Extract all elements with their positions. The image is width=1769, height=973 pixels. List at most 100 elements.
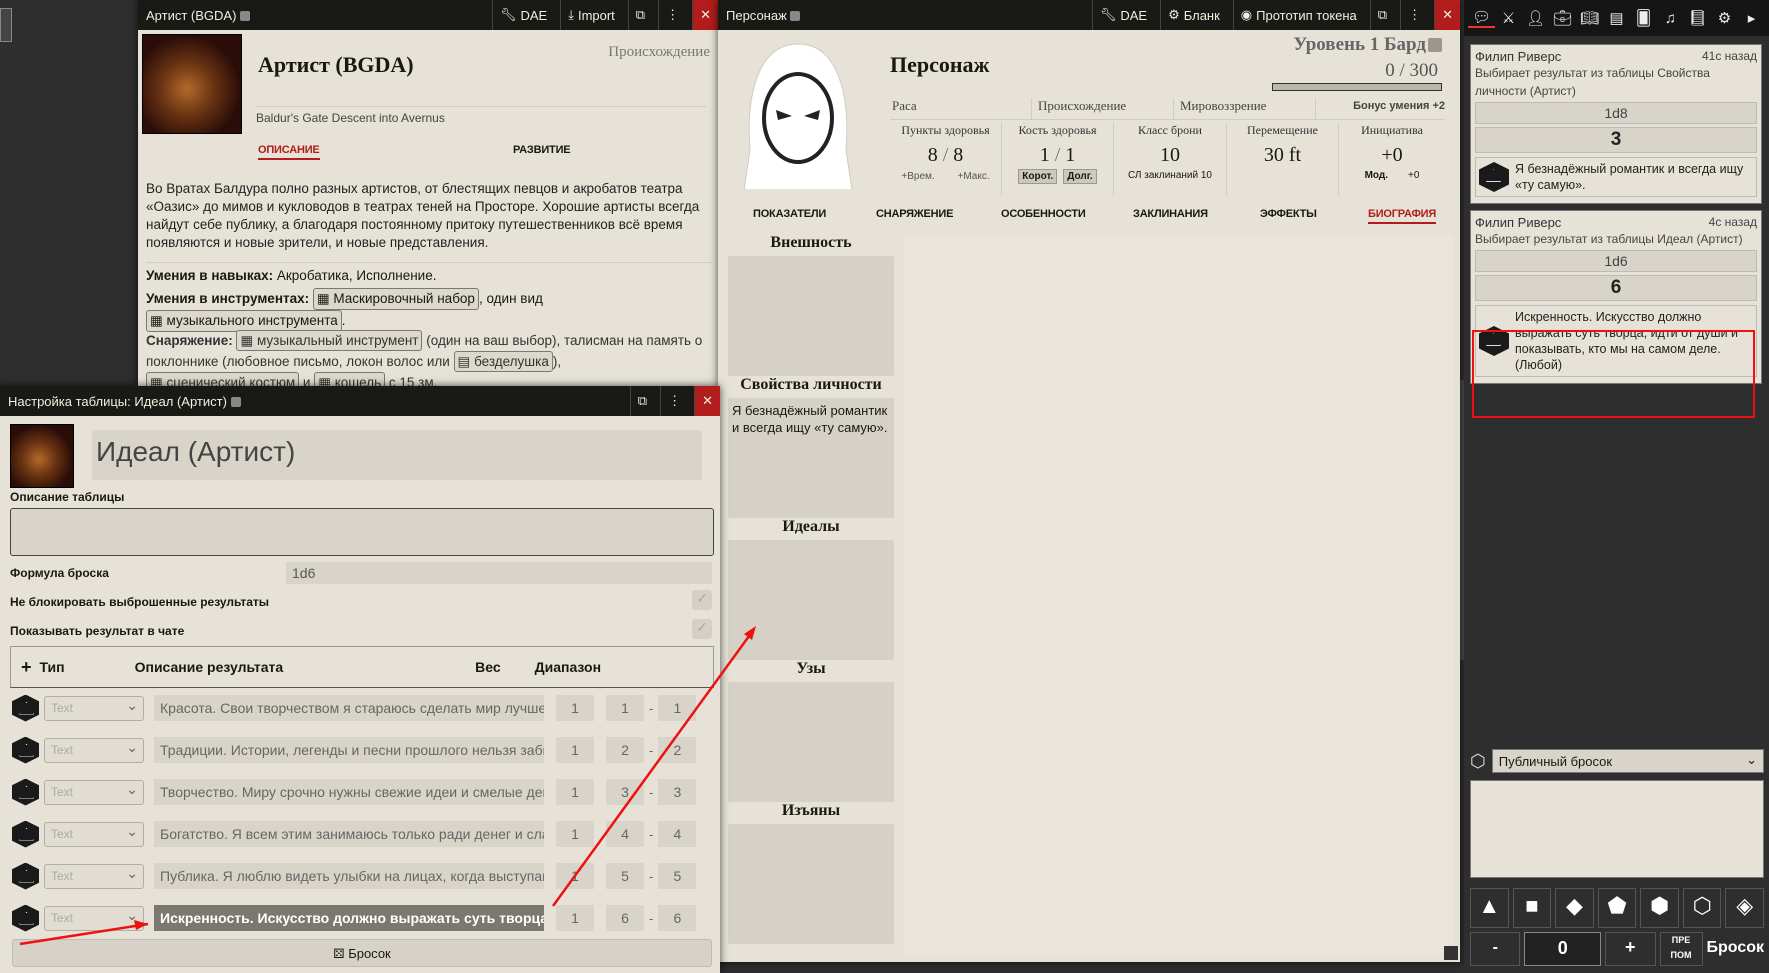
document-id-icon[interactable]: [790, 11, 801, 22]
roll-formula[interactable]: 1d6: [1475, 250, 1757, 272]
weight-input[interactable]: 1: [556, 863, 594, 889]
menu-button[interactable]: ⋮: [658, 0, 686, 30]
table-image[interactable]: [10, 424, 74, 488]
config-icon[interactable]: [1428, 38, 1442, 52]
short-rest-button[interactable]: Корот.: [1018, 169, 1058, 184]
range-to-input[interactable]: 4: [658, 821, 697, 847]
popout-button[interactable]: ⧉: [627, 0, 652, 30]
hp-max[interactable]: 8: [953, 144, 963, 166]
playlists-icon[interactable]: ♫: [1657, 10, 1684, 27]
plus-button[interactable]: +: [1605, 932, 1656, 966]
ac-value[interactable]: 10: [1114, 144, 1226, 167]
d20-icon[interactable]: [12, 694, 39, 722]
tab-advancement[interactable]: РАЗВИТИЕ: [513, 144, 571, 156]
d20-icon[interactable]: [12, 862, 39, 890]
tab-inventory[interactable]: СНАРЯЖЕНИЕ: [876, 208, 953, 220]
result-text-input[interactable]: Искренность. Искусство должно выражать с…: [154, 905, 544, 931]
combat-icon[interactable]: ⚔: [1495, 9, 1522, 27]
long-rest-button[interactable]: Долг.: [1063, 169, 1097, 184]
initiative-mod-value[interactable]: +0: [1408, 170, 1419, 181]
close-button[interactable]: ✕: [1434, 0, 1460, 30]
result-type-select[interactable]: Text: [44, 821, 144, 847]
alignment-field[interactable]: Мировоззрение: [1174, 98, 1316, 119]
d20-icon[interactable]: [12, 778, 39, 806]
d100-icon[interactable]: ◈: [1725, 888, 1765, 928]
document-id-icon[interactable]: [230, 397, 241, 408]
tab-spellbook[interactable]: ЗАКЛИНАНИЯ: [1133, 208, 1208, 220]
bio-bonds-field[interactable]: [728, 682, 894, 802]
character-portrait[interactable]: [736, 40, 860, 191]
roll-button[interactable]: ⚄ Бросок: [12, 939, 712, 967]
result-text-input[interactable]: Творчество. Миру срочно нужны свежие иде…: [154, 779, 544, 805]
tab-description[interactable]: ОПИСАНИЕ: [258, 144, 320, 160]
tool-link-instrument[interactable]: ▦ музыкального инструмента: [146, 310, 342, 332]
table-description-input[interactable]: [10, 508, 714, 556]
document-id-icon[interactable]: [240, 11, 251, 22]
roll-total[interactable]: 6: [1475, 275, 1757, 301]
add-result-button[interactable]: +: [21, 657, 32, 678]
range-from-input[interactable]: 5: [606, 863, 644, 889]
weight-input[interactable]: 1: [556, 695, 594, 721]
bio-ideals-field[interactable]: [728, 540, 894, 660]
hp-current[interactable]: 8: [928, 144, 938, 166]
d20-icon[interactable]: ⬡: [1682, 888, 1722, 928]
range-to-input[interactable]: 2: [658, 737, 697, 763]
hp-tempmax[interactable]: +Макс.: [957, 171, 989, 182]
result-text-input[interactable]: Богатство. Я всем этим занимаюсь только …: [154, 821, 544, 847]
menu-button[interactable]: ⋮: [1400, 0, 1428, 30]
dae-button[interactable]: 🔧︎ DAE: [491, 0, 554, 30]
scene-control-button[interactable]: [0, 8, 12, 42]
range-to-input[interactable]: 1: [658, 695, 697, 721]
range-from-input[interactable]: 1: [606, 695, 644, 721]
movement-value[interactable]: 30 ft: [1227, 144, 1338, 167]
initiative-label[interactable]: Инициатива: [1339, 123, 1445, 138]
settings-icon[interactable]: ⚙: [1711, 9, 1738, 27]
result-text-input[interactable]: Публика. Я люблю видеть улыбки на лицах,…: [154, 863, 544, 889]
tool-link-disguise-kit[interactable]: ▦ Маскировочный набор: [312, 288, 479, 310]
biography-editor[interactable]: [904, 234, 1454, 954]
dice-roll-button[interactable]: Бросок: [1707, 932, 1765, 966]
tables-icon[interactable]: ▤: [1603, 9, 1630, 27]
show-chat-checkbox[interactable]: ✓: [692, 619, 712, 639]
tab-biography[interactable]: БИОГРАФИЯ: [1368, 208, 1436, 224]
result-type-select[interactable]: Text: [44, 779, 144, 805]
xp-current[interactable]: 0: [1385, 60, 1395, 81]
range-from-input[interactable]: 4: [606, 821, 644, 847]
hp-temp[interactable]: +Врем.: [901, 171, 934, 182]
chat-icon[interactable]: 💬︎: [1468, 8, 1495, 28]
minus-button[interactable]: -: [1470, 932, 1521, 966]
bio-flaws-field[interactable]: [728, 824, 894, 944]
tab-features[interactable]: ОСОБЕННОСТИ: [1001, 208, 1086, 220]
popout-button[interactable]: ⧉: [1369, 0, 1394, 30]
roll-formula[interactable]: 1d8: [1475, 102, 1757, 124]
tab-attributes[interactable]: ПОКАЗАТЕЛИ: [753, 208, 826, 220]
d20-icon[interactable]: [12, 904, 39, 932]
result-type-select[interactable]: Text: [44, 695, 144, 721]
formula-input[interactable]: 1d6: [286, 562, 712, 584]
range-to-input[interactable]: 6: [658, 905, 697, 931]
dae-button[interactable]: 🔧︎ DAE: [1091, 0, 1154, 30]
range-from-input[interactable]: 3: [606, 779, 644, 805]
d20-icon[interactable]: [12, 736, 39, 764]
compendium-icon[interactable]: 📘︎: [1684, 9, 1711, 27]
tab-effects[interactable]: ЭФФЕКТЫ: [1260, 208, 1317, 220]
d12-icon[interactable]: ⬢: [1640, 888, 1679, 928]
cards-icon[interactable]: 🂠: [1630, 9, 1657, 27]
weight-input[interactable]: 1: [556, 779, 594, 805]
weight-input[interactable]: 1: [556, 905, 594, 931]
bio-appearance-field[interactable]: [728, 256, 894, 376]
d4-icon[interactable]: ▲: [1470, 888, 1509, 928]
import-button[interactable]: ⤓ Import: [560, 0, 622, 30]
character-name[interactable]: Персонаж: [890, 52, 990, 78]
close-button[interactable]: ✕: [692, 0, 718, 30]
range-from-input[interactable]: 2: [606, 737, 644, 763]
actors-icon[interactable]: 👤︎: [1522, 9, 1549, 27]
d20-icon[interactable]: [12, 820, 39, 848]
advantage-toggle[interactable]: ПРЕ ПОМ: [1659, 932, 1703, 966]
prototype-token-button[interactable]: ◉ Прототип токена: [1232, 0, 1364, 30]
range-to-input[interactable]: 3: [658, 779, 697, 805]
range-from-input[interactable]: 6: [606, 905, 644, 931]
weight-input[interactable]: 1: [556, 737, 594, 763]
table-name-input[interactable]: Идеал (Артист): [92, 430, 702, 480]
background-field[interactable]: Происхождение: [1032, 98, 1174, 119]
